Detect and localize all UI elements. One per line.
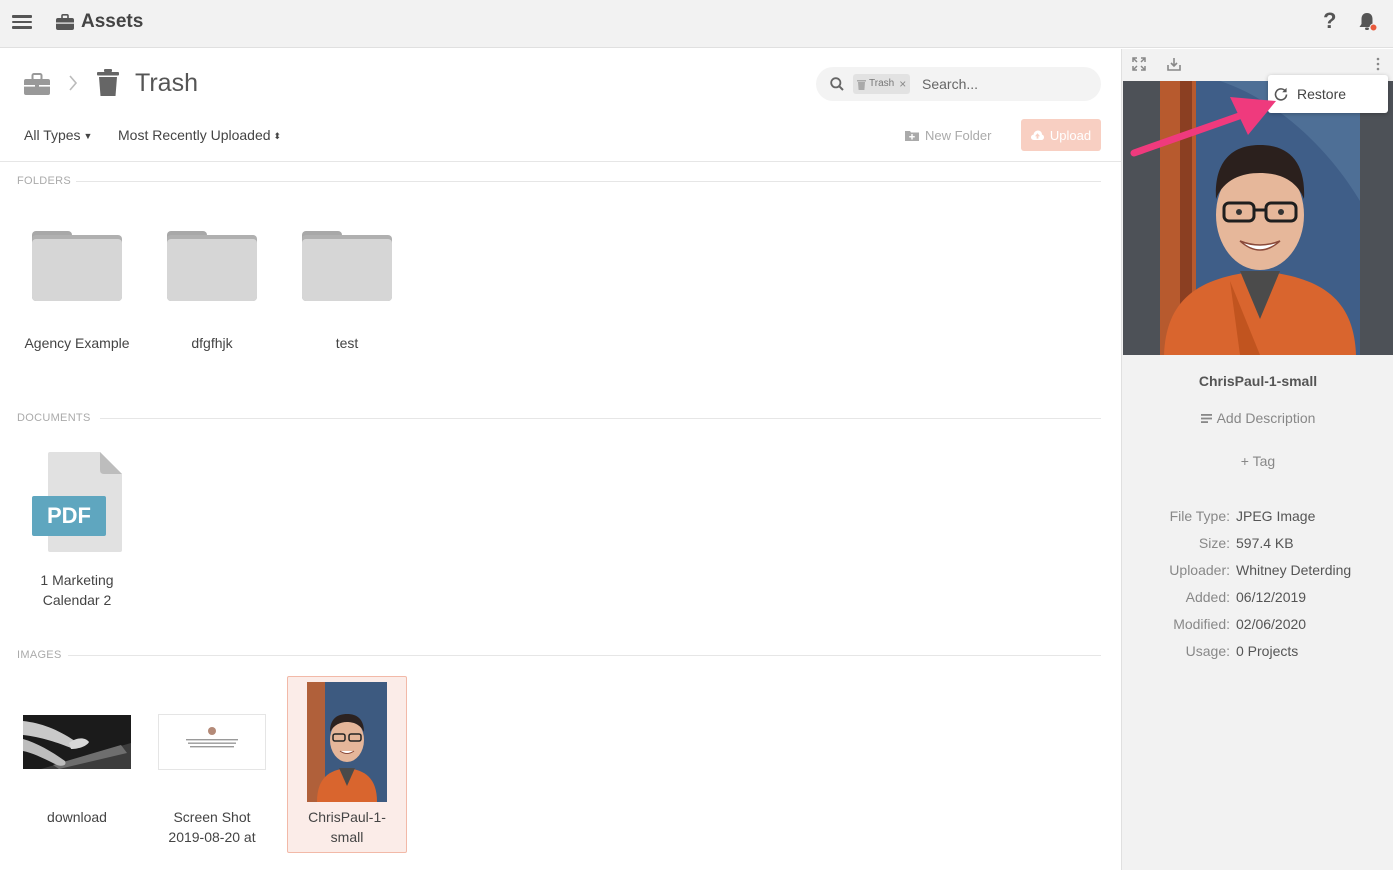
new-folder-label: New Folder xyxy=(925,128,992,143)
folder-label: dfgfhjk xyxy=(191,335,233,351)
search-filter-chip[interactable]: Trash × xyxy=(853,74,911,94)
context-menu: Restore xyxy=(1268,75,1388,113)
section-label-documents: DOCUMENTS xyxy=(17,412,91,424)
image-label-line1: Screen Shot xyxy=(173,809,251,825)
top-bar: Assets ? xyxy=(0,0,1393,48)
pdf-badge: PDF xyxy=(32,496,106,536)
metadata-row: Modified: 02/06/2020 xyxy=(1122,616,1393,636)
metadata-value: 597.4 KB xyxy=(1236,535,1294,551)
preview-image xyxy=(1160,81,1360,355)
section-divider xyxy=(100,418,1101,419)
sort-dropdown[interactable]: Most Recently Uploaded ⬍ xyxy=(118,127,281,143)
image-label-line2: 2019-08-20 at xyxy=(168,829,256,845)
text-lines-icon xyxy=(1200,413,1212,423)
expand-icon[interactable] xyxy=(1132,57,1146,71)
image-label-line2: small xyxy=(330,829,364,845)
folder-icon xyxy=(167,231,257,301)
metadata-key: File Type: xyxy=(1169,508,1230,524)
search-chip-label: Trash xyxy=(869,78,895,89)
search-bar[interactable]: Trash × xyxy=(816,67,1101,101)
portrait-thumbnail xyxy=(307,682,387,802)
toolbar-divider xyxy=(0,161,1121,162)
add-tag-button[interactable]: + Tag xyxy=(1122,453,1393,469)
metadata-value: JPEG Image xyxy=(1236,508,1316,524)
metadata-value: 06/12/2019 xyxy=(1236,589,1307,605)
new-folder-button[interactable]: New Folder xyxy=(905,128,991,143)
main-content: Trash Trash × All Types▼ Most Recently U… xyxy=(0,49,1121,870)
caret-down-icon: ▼ xyxy=(83,131,93,142)
folder-icon xyxy=(302,231,392,301)
image-label-line1: download xyxy=(47,809,107,825)
metadata-value: 0 Projects xyxy=(1236,643,1299,659)
restore-icon xyxy=(1274,87,1288,101)
add-description-label: Add Description xyxy=(1216,410,1316,426)
metadata-row: Uploader: Whitney Deterding xyxy=(1122,562,1393,582)
folder-label: Agency Example xyxy=(24,335,130,351)
app-title: Assets xyxy=(81,11,144,32)
type-filter-label: All Types xyxy=(24,127,81,143)
bell-icon[interactable] xyxy=(1357,11,1379,33)
download-icon[interactable] xyxy=(1167,57,1181,71)
folder-icon xyxy=(32,231,122,301)
file-name: ChrisPaul-1-small xyxy=(1198,373,1318,389)
metadata-key: Usage: xyxy=(1185,643,1230,659)
briefcase-icon[interactable] xyxy=(24,73,50,95)
restore-label: Restore xyxy=(1297,86,1347,102)
metadata-key: Modified: xyxy=(1173,616,1230,632)
type-filter-dropdown[interactable]: All Types ▼ xyxy=(24,127,92,143)
search-icon xyxy=(830,77,844,91)
chevron-right-icon xyxy=(69,75,78,91)
metadata-key: Uploader: xyxy=(1169,562,1230,578)
image-label-line1: ChrisPaul-1- xyxy=(308,809,386,825)
hamburger-icon[interactable] xyxy=(12,12,34,34)
help-icon[interactable]: ? xyxy=(1323,8,1336,34)
folder-plus-icon xyxy=(905,131,919,141)
folder-label: test xyxy=(335,335,359,351)
cloud-upload-icon xyxy=(1030,130,1044,140)
document-label-line1: 1 Marketing xyxy=(40,572,114,588)
restore-menu-item[interactable]: Restore xyxy=(1268,75,1388,113)
laptop-thumbnail xyxy=(23,715,131,769)
upload-label: Upload xyxy=(1049,127,1092,143)
close-icon[interactable]: × xyxy=(899,74,906,94)
section-divider xyxy=(68,655,1101,656)
section-divider xyxy=(76,181,1101,182)
metadata-row: Usage: 0 Projects xyxy=(1122,643,1393,663)
document-label-line2: Calendar 2 xyxy=(42,592,112,608)
metadata-key: Added: xyxy=(1185,589,1230,605)
metadata-row: Added: 06/12/2019 xyxy=(1122,589,1393,609)
search-input[interactable] xyxy=(922,74,1092,94)
section-label-folders: FOLDERS xyxy=(17,175,72,187)
upload-button[interactable]: Upload xyxy=(1021,119,1101,151)
briefcase-icon xyxy=(56,14,74,30)
metadata-key: Size: xyxy=(1198,535,1230,551)
screenshot-thumbnail xyxy=(158,714,266,770)
metadata-value: Whitney Deterding xyxy=(1236,562,1352,578)
trash-icon xyxy=(857,79,866,90)
add-description-button[interactable]: Add Description xyxy=(1122,410,1393,426)
sort-icon: ⬍ xyxy=(273,130,282,141)
more-vertical-icon[interactable] xyxy=(1375,57,1381,71)
metadata-row: File Type: JPEG Image xyxy=(1122,508,1393,528)
trash-icon xyxy=(97,69,119,96)
details-panel: Restore ChrisPaul-1-small Add Descriptio… xyxy=(1121,49,1393,870)
metadata-value: 02/06/2020 xyxy=(1236,616,1307,632)
metadata-row: Size: 597.4 KB xyxy=(1122,535,1393,555)
sort-label: Most Recently Uploaded xyxy=(118,127,271,143)
page-title: Trash xyxy=(135,69,198,97)
section-label-images: IMAGES xyxy=(17,649,62,661)
